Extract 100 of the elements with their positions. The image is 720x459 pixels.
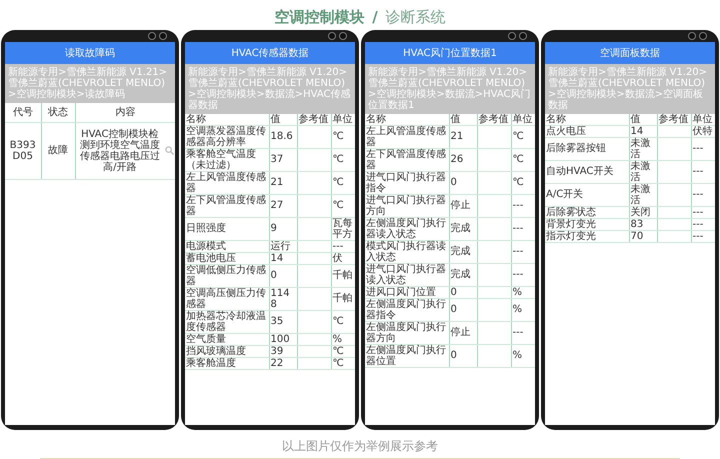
fault-description: HVAC控制模块检测到环境空气温度传感器电路电压过高/开路 [78,128,161,173]
column-header: 名称 [365,114,449,126]
parameter-value: 22 [269,357,297,370]
screen-header: 读取故障码 [5,42,175,64]
parameter-unit: ℃ [331,171,355,194]
parameter-unit: ℃ [331,125,355,148]
parameter-name: 左侧温度风门执行器指令 [365,298,449,322]
fault-code: B393D05 [5,122,41,180]
parameter-value: 0 [449,344,477,368]
screen-header: HVAC风门位置数据1 [365,42,535,64]
parameter-name: 空调低侧压力传感器 [185,264,269,288]
parameter-value: 39 [269,345,297,358]
parameter-name: 进气口风门执行器方向 [365,194,449,218]
parameter-unit: --- [511,217,535,240]
parameter-name: 进风口风门位置 [365,286,449,298]
parameter-name: 进气口风门执行器指令 [365,171,449,194]
parameter-value: 未激活 [629,137,657,160]
column-header: 名称 [545,114,629,126]
parameter-name: 空气质量 [185,333,269,346]
parameter-value: 未激活 [629,183,657,206]
parameter-value: 关闭 [629,206,657,218]
parameter-value: 21 [449,125,477,148]
parameter-unit: --- [691,218,715,230]
breadcrumb: 新能源专用>雪佛兰新能源 V1.20>雪佛兰蔚蓝(CHEVROLET MENLO)>空调控制模块>数据流>HVAC风门位置数据1 [365,64,535,114]
title-separator: / [372,8,378,26]
parameter-name: 左下风管温度传感器 [365,148,449,172]
parameter-unit: % [331,333,355,346]
parameter-value: 21 [269,171,297,194]
parameter-unit: ℃ [511,125,535,148]
parameter-unit: --- [691,230,715,242]
parameter-value: 37 [269,148,297,172]
parameter-name: 左侧温度风门执行器位置 [365,344,449,368]
parameter-value: 0 [449,298,477,322]
breadcrumb: 新能源专用>雪佛兰新能源 V1.21>雪佛兰蔚蓝(CHEVROLET MENLO)>空调控制模块>读故障码 [5,64,175,103]
parameter-unit: 千帕 [331,287,355,310]
parameter-unit: ℃ [511,148,535,172]
parameter-unit: ℃ [331,194,355,218]
column-header: 值 [269,114,297,126]
parameter-value: 27 [269,194,297,218]
parameter-name: 后除雾器按钮 [545,137,629,160]
column-header: 值 [629,114,657,126]
parameter-name: 挡风玻璃温度 [185,345,269,358]
column-header: 单位 [691,114,715,126]
parameter-value: 停止 [449,194,477,218]
caption-text: 以上图片仅作为举例展示参考 [282,439,438,453]
column-header: 状态 [41,102,75,122]
parameter-value: 1148 [269,287,297,310]
parameter-value: 70 [629,230,657,242]
breadcrumb: 新能源专用>雪佛兰新能源 V1.20>雪佛兰蔚蓝(CHEVROLET MENLO)>空调控制模块>数据流>空调面板数据 [545,64,715,114]
parameter-value: 运行 [269,240,297,252]
parameter-value: 18.6 [269,125,297,148]
parameter-name: 空调高压侧压力传感器 [185,287,269,310]
parameter-value: 完成 [449,240,477,264]
parameter-unit: 伏特 [691,125,715,138]
breadcrumb: 新能源专用>雪佛兰新能源 V1.20>雪佛兰蔚蓝(CHEVROLET MENLO)>空调控制模块>数据流>HVAC传感器数据 [185,64,355,114]
parameter-name: 日照强度 [185,217,269,240]
parameter-name: 乘客舱温度 [185,357,269,370]
parameter-unit: --- [331,240,355,252]
column-header: 内容 [75,102,175,122]
parameter-unit: --- [691,183,715,206]
parameter-name: 左侧温度风门执行器方向 [365,321,449,344]
parameter-unit: 伏 [331,252,355,264]
parameter-name: 乘客舱空气温度（未过滤） [185,148,269,172]
parameter-unit: ℃ [331,148,355,172]
parameter-name: 模式风门执行器读入状态 [365,240,449,264]
parameter-value: 0 [449,171,477,194]
parameter-name: 左下风管温度传感器 [185,194,269,218]
column-header: 值 [449,114,477,126]
parameter-value: 停止 [449,321,477,344]
search-icon[interactable] [165,146,174,156]
parameter-value: 14 [269,252,297,264]
system-title: 诊断系统 [386,8,446,27]
parameter-unit: 千帕 [331,264,355,288]
screen-header: HVAC传感器数据 [185,42,355,64]
parameter-unit: ℃ [331,310,355,334]
parameter-name: 电源模式 [185,240,269,252]
parameter-name: 空调蒸发器温度传感器高分辨率 [185,125,269,148]
parameter-value: 14 [629,125,657,138]
column-header: 参考值 [297,114,331,126]
parameter-unit: --- [691,160,715,184]
parameter-value: 0 [449,286,477,298]
parameter-unit: --- [691,206,715,218]
parameter-unit: --- [511,240,535,264]
parameter-name: 左上风管温度传感器 [365,125,449,148]
parameter-name: 左上风管温度传感器 [185,171,269,194]
parameter-unit: ℃ [331,345,355,358]
module-title: 空调控制模块 [274,8,364,27]
parameter-unit: % [511,286,535,298]
parameter-value: 100 [269,333,297,346]
column-header: 名称 [185,114,269,126]
parameter-unit: --- [511,321,535,344]
parameter-value: 83 [629,218,657,230]
parameter-unit: --- [511,263,535,286]
parameter-unit: % [511,344,535,368]
column-header: 代号 [5,102,41,122]
parameter-unit: --- [691,137,715,160]
parameter-name: 背景灯变光 [545,218,629,230]
parameter-name: 左侧温度风门执行器读入状态 [365,217,449,240]
parameter-unit: % [511,298,535,322]
parameter-name: 蓄电池电压 [185,252,269,264]
